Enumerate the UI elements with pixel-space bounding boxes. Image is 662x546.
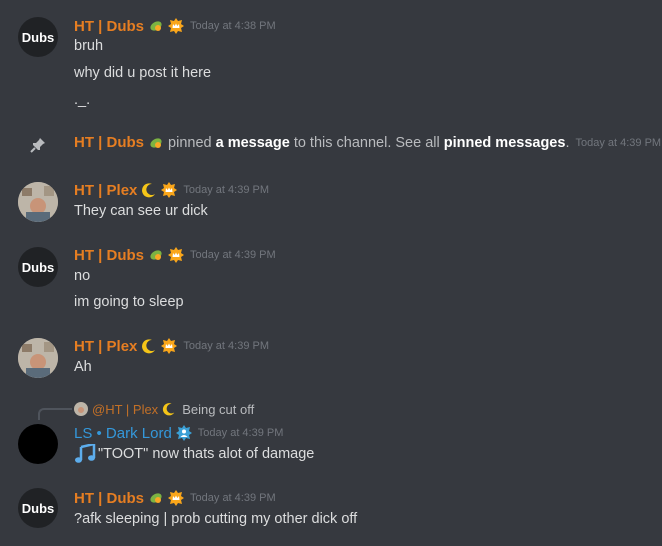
username[interactable]: LS • Dark Lord (74, 425, 172, 442)
crown-badge-icon (161, 338, 178, 354)
reply-preview[interactable]: @HT | Plex Being cut off (74, 400, 254, 418)
moon-icon (142, 183, 156, 198)
timestamp[interactable]: Today at 4:39 PM (198, 427, 284, 439)
pinned-messages-link[interactable]: pinned messages (444, 135, 566, 151)
moon-icon (142, 339, 156, 354)
music-note-icon (75, 444, 96, 463)
message-text: Ah (74, 359, 92, 375)
avatar[interactable]: Dubs (18, 247, 58, 287)
crown-badge-icon (161, 182, 178, 198)
timestamp[interactable]: Today at 4:39 PM (575, 137, 661, 149)
username[interactable]: HT | Dubs (74, 18, 144, 35)
avatar[interactable] (18, 424, 58, 464)
crown-badge-icon (168, 247, 185, 263)
crown-badge-icon (168, 18, 185, 34)
leaf-icon (150, 250, 162, 260)
leaf-icon (150, 21, 162, 31)
avatar[interactable]: Dubs (18, 488, 58, 528)
timestamp[interactable]: Today at 4:39 PM (190, 492, 276, 504)
message-text: im going to sleep (74, 294, 184, 310)
leaf-icon (150, 493, 162, 503)
reply-spine (38, 408, 72, 420)
avatar[interactable] (18, 338, 58, 378)
message-text: no (74, 268, 91, 284)
timestamp[interactable]: Today at 4:39 PM (190, 249, 276, 261)
avatar[interactable] (18, 182, 58, 222)
username[interactable]: HT | Dubs (74, 490, 144, 507)
message-text: why did u post it here (74, 65, 212, 81)
pin-icon (30, 138, 45, 153)
staff-badge-icon (175, 425, 192, 441)
username[interactable]: HT | Dubs (74, 134, 144, 151)
username[interactable]: HT | Dubs (74, 247, 144, 264)
message-text: bruh (74, 38, 104, 54)
leaf-icon (150, 137, 162, 148)
reply-username[interactable]: @HT | Plex (92, 402, 158, 417)
crown-badge-icon (168, 490, 185, 506)
username[interactable]: HT | Plex (74, 338, 137, 355)
message-text: "TOOT" now thats alot of damage (74, 444, 314, 464)
message-text: ._. (74, 92, 91, 108)
moon-icon (163, 403, 175, 416)
timestamp[interactable]: Today at 4:39 PM (183, 340, 269, 352)
message-text: They can see ur dick (74, 203, 208, 219)
reply-text: Being cut off (182, 401, 255, 417)
message-text: ?afk sleeping | prob cutting my other di… (74, 511, 358, 527)
avatar[interactable]: Dubs (18, 17, 58, 57)
message-link[interactable]: a message (216, 135, 290, 151)
reply-avatar-icon (74, 402, 88, 416)
timestamp[interactable]: Today at 4:39 PM (183, 184, 269, 196)
username[interactable]: HT | Plex (74, 182, 137, 199)
timestamp[interactable]: Today at 4:38 PM (190, 20, 276, 32)
